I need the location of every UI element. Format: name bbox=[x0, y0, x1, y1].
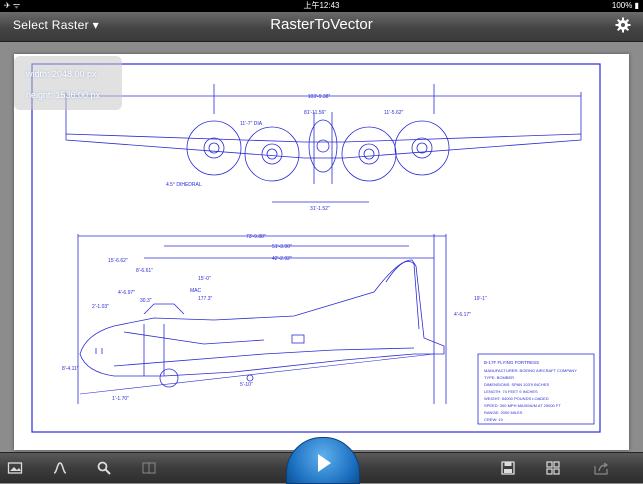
image-width-text: width: 2048.00 px bbox=[26, 69, 97, 79]
grid-icon[interactable] bbox=[545, 460, 561, 476]
dim-h3: 5'-10" bbox=[240, 382, 253, 388]
dim-h1: 8'-4.11" bbox=[62, 366, 79, 372]
dim-h4: 4'-6.17" bbox=[454, 312, 471, 318]
title-block-row: WEIGHT: 54000 POUNDS LOADED bbox=[484, 396, 549, 401]
dim-dihedral: 4.5° DIHEDRAL bbox=[166, 182, 202, 188]
dim-tail-h: 19'-1" bbox=[474, 296, 487, 302]
title-block-heading: B-17F FLYING FORTRESS bbox=[484, 360, 539, 365]
drawing-border bbox=[31, 63, 601, 433]
battery-indicator: 100% ▮ bbox=[611, 1, 639, 10]
blueprint-drawing: 103'-9.38" 81'-11.56" 11'-5.62" 11'-7" D… bbox=[31, 63, 601, 433]
raster-canvas[interactable]: 103'-9.38" 81'-11.56" 11'-5.62" 11'-7" D… bbox=[14, 54, 629, 450]
title-block-row: RANGE: 2000 MILES bbox=[484, 410, 523, 415]
play-icon bbox=[318, 454, 331, 472]
image-icon[interactable] bbox=[7, 460, 23, 476]
nav-bar: Select Raster ▾ RasterToVector bbox=[0, 12, 643, 42]
dim-h2: 1'-1.70" bbox=[112, 396, 129, 402]
dim-a: 81'-11.56" bbox=[304, 110, 326, 116]
status-time: 上午12:43 bbox=[303, 1, 340, 10]
dim-len-c: 42'-2.92" bbox=[272, 256, 292, 262]
dim-top-span: 103'-9.38" bbox=[308, 94, 331, 100]
save-icon[interactable] bbox=[500, 460, 516, 476]
dim-mac-val: 177.3" bbox=[198, 296, 213, 302]
dim-d6: 2'-1.03" bbox=[92, 304, 109, 310]
compare-icon[interactable] bbox=[141, 460, 157, 476]
dim-dia: 11'-7" DIA bbox=[240, 121, 263, 127]
dim-b: 11'-5.62" bbox=[384, 110, 404, 116]
dim-len-b: 51'-3.90" bbox=[272, 244, 292, 250]
search-icon[interactable] bbox=[96, 460, 112, 476]
title-block-row: SPEED: 300 MPH MAXIMUM AT 25000 FT bbox=[484, 403, 561, 408]
curve-icon[interactable] bbox=[52, 460, 68, 476]
title-block-row: DIMENSIONS: SPAN 103'9 INCHES bbox=[484, 382, 549, 387]
share-icon[interactable] bbox=[593, 460, 609, 476]
title-block-row: CREW: 10 bbox=[484, 417, 504, 422]
dim-bottom-mid: 31'-1.52" bbox=[310, 206, 330, 212]
battery-percent: 100% bbox=[611, 1, 633, 10]
image-info-overlay: width: 2048.00 px height: 1536.00 px bbox=[14, 56, 122, 110]
dim-mac: MAC bbox=[190, 288, 202, 294]
title-block-row: LENGTH: 74 FEET 9 INCHES bbox=[484, 389, 538, 394]
app-title: RasterToVector bbox=[270, 16, 373, 33]
status-bar: ✈ ᯤ 上午12:43 100% ▮ bbox=[0, 0, 643, 12]
play-button[interactable] bbox=[286, 437, 360, 484]
dim-len-total: 73'-9.88" bbox=[246, 234, 266, 240]
title-block-row: TYPE: BOMBER bbox=[484, 375, 514, 380]
dim-d3: 15'-0" bbox=[198, 276, 211, 282]
dim-d4: 4'-6.97" bbox=[118, 290, 135, 296]
dim-d5: 30.3" bbox=[140, 298, 152, 304]
title-block-row: MANUFACTURER: BOEING AIRCRAFT COMPANY bbox=[484, 368, 577, 373]
gear-icon[interactable] bbox=[615, 17, 631, 33]
image-height-text: height: 1536.00 px bbox=[26, 90, 101, 100]
dim-d1: 15'-6.62" bbox=[108, 258, 128, 264]
dim-d2: 8'-6.61" bbox=[136, 268, 153, 274]
